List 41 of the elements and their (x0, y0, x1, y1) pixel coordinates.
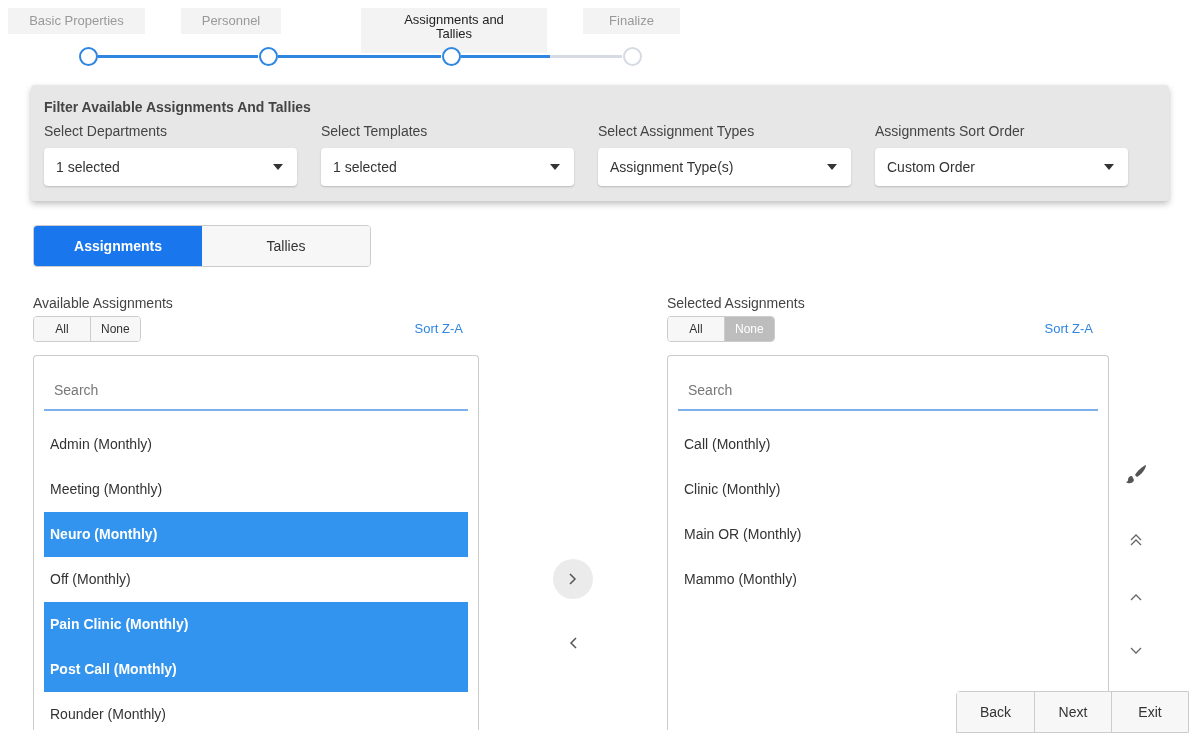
footer-button[interactable]: Exit (1111, 692, 1188, 732)
caret-icon (827, 164, 837, 170)
caret-icon (1104, 164, 1114, 170)
search-field[interactable]: Search (44, 371, 468, 411)
dropdown[interactable]: 1 selected (44, 148, 297, 186)
sort-link[interactable]: Sort Z-A (414, 319, 463, 339)
toggle-button[interactable]: All (668, 317, 724, 341)
field-label: Assignments Sort Order (875, 122, 1026, 139)
list-item[interactable]: Call (Monthly) (678, 422, 1098, 467)
list-item[interactable]: Main OR (Monthly) (678, 512, 1098, 557)
sort-link[interactable]: Sort Z-A (1044, 319, 1093, 339)
step-label[interactable]: Assignments and Tallies (361, 8, 547, 53)
caret-icon (273, 164, 283, 170)
section-title: Selected Assignments (667, 294, 806, 311)
search-field[interactable]: Search (678, 371, 1098, 411)
tab[interactable]: Assignments (34, 226, 202, 266)
footer-button[interactable]: Back (957, 692, 1034, 732)
dropdown[interactable]: Assignment Type(s) (598, 148, 851, 186)
move-up-icon[interactable] (1130, 593, 1142, 601)
caret-icon (550, 164, 560, 170)
toggle-button[interactable]: All (34, 317, 90, 341)
chevron-right-icon (569, 573, 577, 585)
field-label: Select Departments (44, 122, 168, 139)
dropdown[interactable]: 1 selected (321, 148, 574, 186)
footer-button[interactable]: Next (1034, 692, 1111, 732)
section-title: Available Assignments (33, 294, 174, 311)
field-label: Select Assignment Types (598, 122, 756, 139)
list-item[interactable]: Mammo (Monthly) (678, 557, 1098, 602)
move-to-top-icon[interactable] (1130, 533, 1142, 547)
chevron-left-icon (569, 637, 577, 649)
field-label: Select Templates (321, 122, 429, 139)
list-item[interactable]: Off (Monthly) (44, 557, 468, 602)
list-item[interactable]: Rounder (Monthly) (44, 692, 468, 730)
panel-title: Filter Available Assignments And Tallies (44, 99, 312, 115)
move-down-icon[interactable] (1130, 647, 1142, 655)
dropdown[interactable]: Custom Order (875, 148, 1128, 186)
list-item[interactable]: Admin (Monthly) (44, 422, 468, 467)
list-item[interactable]: Meeting (Monthly) (44, 467, 468, 512)
list-item[interactable]: Clinic (Monthly) (678, 467, 1098, 512)
tab[interactable]: Tallies (202, 226, 370, 266)
toggle-button[interactable]: None (90, 317, 140, 341)
